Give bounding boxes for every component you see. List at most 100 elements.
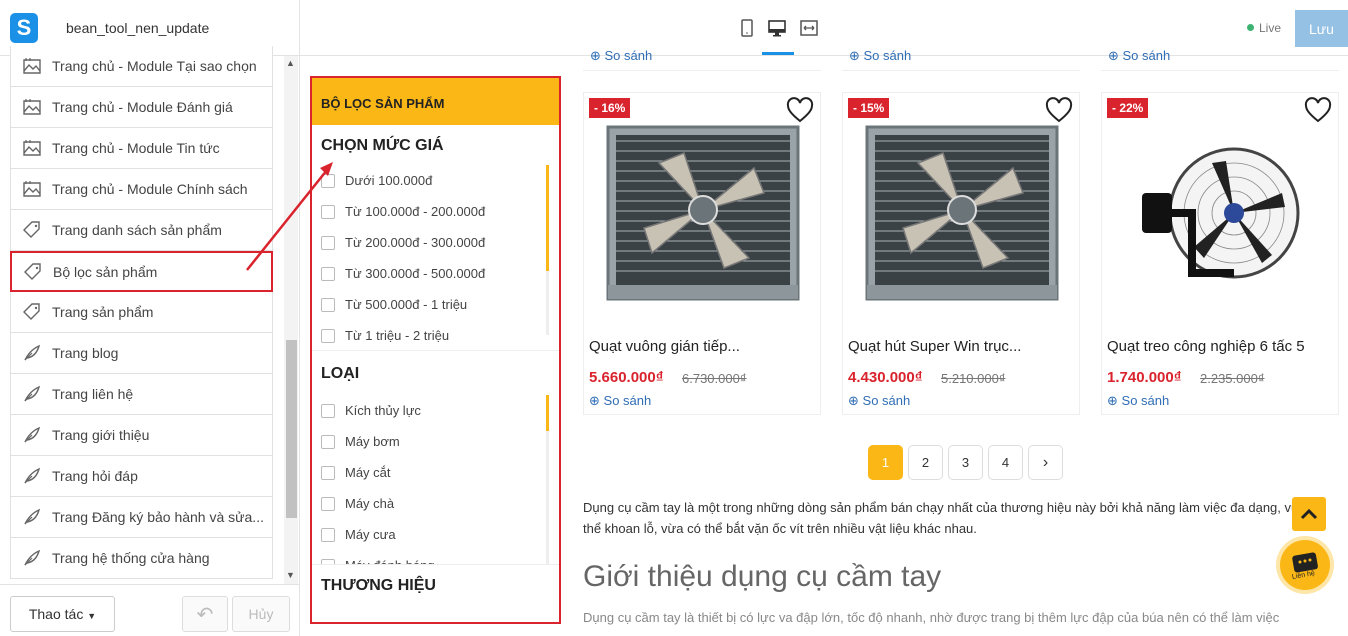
sidebar-item[interactable]: Trang Đăng ký bảo hành và sửa... <box>10 497 273 538</box>
price-option[interactable]: Từ 1 triệu - 2 triệu <box>312 320 559 350</box>
tag-icon <box>21 301 43 323</box>
product-image[interactable] <box>604 123 802 303</box>
checkbox[interactable] <box>321 328 335 343</box>
undo-button[interactable]: ↶ <box>182 596 228 632</box>
scroll-to-top-button[interactable] <box>1292 497 1326 531</box>
sidebar-item[interactable]: Trang chủ - Module Đánh giá <box>10 87 273 128</box>
page-button[interactable]: 4 <box>988 445 1023 480</box>
intro-text: Dụng cụ cầm tay là thiết bị có lực va đậ… <box>583 610 1280 625</box>
price-option[interactable]: Từ 500.000đ - 1 triệu <box>312 289 559 320</box>
sidebar-item[interactable]: Trang chủ - Module Tin tức <box>10 128 273 169</box>
heart-icon[interactable] <box>1045 97 1073 125</box>
sidebar-item[interactable]: Trang liên hệ <box>10 374 273 415</box>
sidebar-item[interactable]: Trang sản phẩm <box>10 292 273 333</box>
sidebar-item[interactable]: Trang blog <box>10 333 273 374</box>
page-button[interactable]: 2 <box>908 445 943 480</box>
next-page-button[interactable]: › <box>1028 445 1063 480</box>
checkbox[interactable] <box>321 297 335 312</box>
sidebar-item-label: Trang blog <box>52 345 119 361</box>
product-name[interactable]: Quạt treo công nghiệp 6 tấc 5 <box>1107 338 1305 355</box>
sidebar-item[interactable]: Trang hệ thống cửa hàng <box>10 538 273 579</box>
sidebar-item-label: Trang chủ - Module Chính sách <box>52 181 248 197</box>
sidebar-item-label: Trang hệ thống cửa hàng <box>52 550 210 566</box>
discount-badge: - 22% <box>1107 98 1149 118</box>
checkbox[interactable] <box>321 527 335 542</box>
sidebar-scroll-thumb[interactable] <box>286 340 297 518</box>
active-view-indicator <box>762 52 794 55</box>
sidebar-item[interactable]: Trang danh sách sản phẩm <box>10 210 273 251</box>
chevron-up-icon <box>1300 508 1318 520</box>
price-scroll-thumb[interactable] <box>546 165 549 271</box>
product-card[interactable]: - 22% Quạt treo công nghiệp 6 tấc 5 1.740.… <box>1101 92 1339 415</box>
type-option[interactable]: Máy bơm <box>312 426 559 457</box>
heart-icon[interactable] <box>786 97 814 125</box>
compare-link-top[interactable]: ⊕ So sánh <box>590 48 652 64</box>
type-option[interactable]: Máy cắt <box>312 457 559 488</box>
compare-label: So sánh <box>1122 48 1171 63</box>
cancel-button[interactable]: Hủy <box>232 596 290 632</box>
undo-icon: ↶ <box>196 603 214 626</box>
heart-icon[interactable] <box>1304 97 1332 125</box>
sidebar-item-label: Trang chủ - Module Tin tức <box>52 140 220 156</box>
product-image[interactable] <box>863 123 1061 303</box>
checkbox[interactable] <box>321 465 335 480</box>
sidebar-item[interactable]: Trang chủ - Module Tại sao chọn <box>10 46 273 87</box>
checkbox[interactable] <box>321 173 335 188</box>
chevron-right-icon: › <box>1042 454 1049 471</box>
type-option[interactable]: Máy chà <box>312 488 559 519</box>
type-scroll-thumb[interactable] <box>546 395 549 431</box>
checkbox[interactable] <box>321 204 335 219</box>
product-old-price: 6.730.000₫ <box>682 371 747 386</box>
option-label: Máy bơm <box>345 434 400 449</box>
option-label: Từ 300.000đ - 500.000đ <box>345 266 486 281</box>
option-label: Dưới 100.000đ <box>345 173 433 188</box>
type-option[interactable]: Kích thủy lực <box>312 395 559 426</box>
fullwidth-view-icon[interactable] <box>799 18 821 40</box>
checkbox[interactable] <box>321 558 335 564</box>
compare-link[interactable]: ⊕ So sánh <box>848 393 910 409</box>
sidebar-item[interactable]: Trang hỏi đáp <box>10 456 273 497</box>
desktop-view-icon[interactable] <box>767 18 789 40</box>
checkbox[interactable] <box>321 403 335 418</box>
page-button[interactable]: 3 <box>948 445 983 480</box>
actions-dropdown[interactable]: Thao tác ▼ <box>10 596 115 632</box>
price-option[interactable]: Từ 200.000đ - 300.000đ <box>312 227 559 258</box>
sidebar-list: Trang chủ - Module Tại sao chọn Trang chủ… <box>10 46 273 584</box>
feather-icon <box>21 465 43 487</box>
mobile-view-icon[interactable] <box>737 18 759 40</box>
sidebar-item[interactable]: Trang chủ - Module Chính sách <box>10 169 273 210</box>
checkbox[interactable] <box>321 235 335 250</box>
product-filter-panel: BỘ LỌC SẢN PHẨM CHỌN MỨC GIÁ Dưới 100.00… <box>310 76 561 624</box>
type-option[interactable]: Máy cưa <box>312 519 559 550</box>
sidebar-item-label: Trang Đăng ký bảo hành và sửa... <box>52 509 264 525</box>
contact-chat-button[interactable]: Liên hệ <box>1280 540 1330 590</box>
price-options: Dưới 100.000đ Từ 100.000đ - 200.000đ Từ 20… <box>312 165 559 351</box>
app-title: bean_tool_nen_update <box>66 20 210 36</box>
sidebar-item[interactable]: Trang giới thiệu <box>10 415 273 456</box>
compare-link-top[interactable]: ⊕ So sánh <box>1108 48 1170 64</box>
product-name[interactable]: Quạt hút Super Win trục... <box>848 338 1021 355</box>
compare-link-top[interactable]: ⊕ So sánh <box>849 48 911 64</box>
price-option[interactable]: Từ 100.000đ - 200.000đ <box>312 196 559 227</box>
price-filter-title: CHỌN MỨC GIÁ <box>321 137 444 154</box>
checkbox[interactable] <box>321 434 335 449</box>
checkbox[interactable] <box>321 496 335 511</box>
image-icon <box>21 178 43 200</box>
price-option[interactable]: Dưới 100.000đ <box>312 165 559 196</box>
type-option[interactable]: Máy đánh bóng <box>312 550 559 564</box>
sidebar-item[interactable]: Bộ lọc sản phẩm <box>10 251 273 292</box>
checkbox[interactable] <box>321 266 335 281</box>
compare-link[interactable]: ⊕ So sánh <box>1107 393 1169 409</box>
scroll-down-icon[interactable]: ▼ <box>286 570 295 580</box>
page-button[interactable]: 1 <box>868 445 903 480</box>
scroll-up-icon[interactable]: ▲ <box>286 58 295 68</box>
product-image[interactable] <box>1122 123 1320 303</box>
save-button[interactable]: Lưu <box>1295 10 1348 47</box>
product-card[interactable]: - 16% Quạt vuông gián tiếp... 5.660.000₫ 6.… <box>583 92 821 415</box>
product-name[interactable]: Quạt vuông gián tiếp... <box>589 338 740 355</box>
live-label: Live <box>1259 21 1282 35</box>
compare-link[interactable]: ⊕ So sánh <box>589 393 651 409</box>
app-logo[interactable]: S <box>10 13 38 43</box>
price-option[interactable]: Từ 300.000đ - 500.000đ <box>312 258 559 289</box>
product-card[interactable]: - 15% Quạt hút Super Win trục... 4.430.000… <box>842 92 1080 415</box>
